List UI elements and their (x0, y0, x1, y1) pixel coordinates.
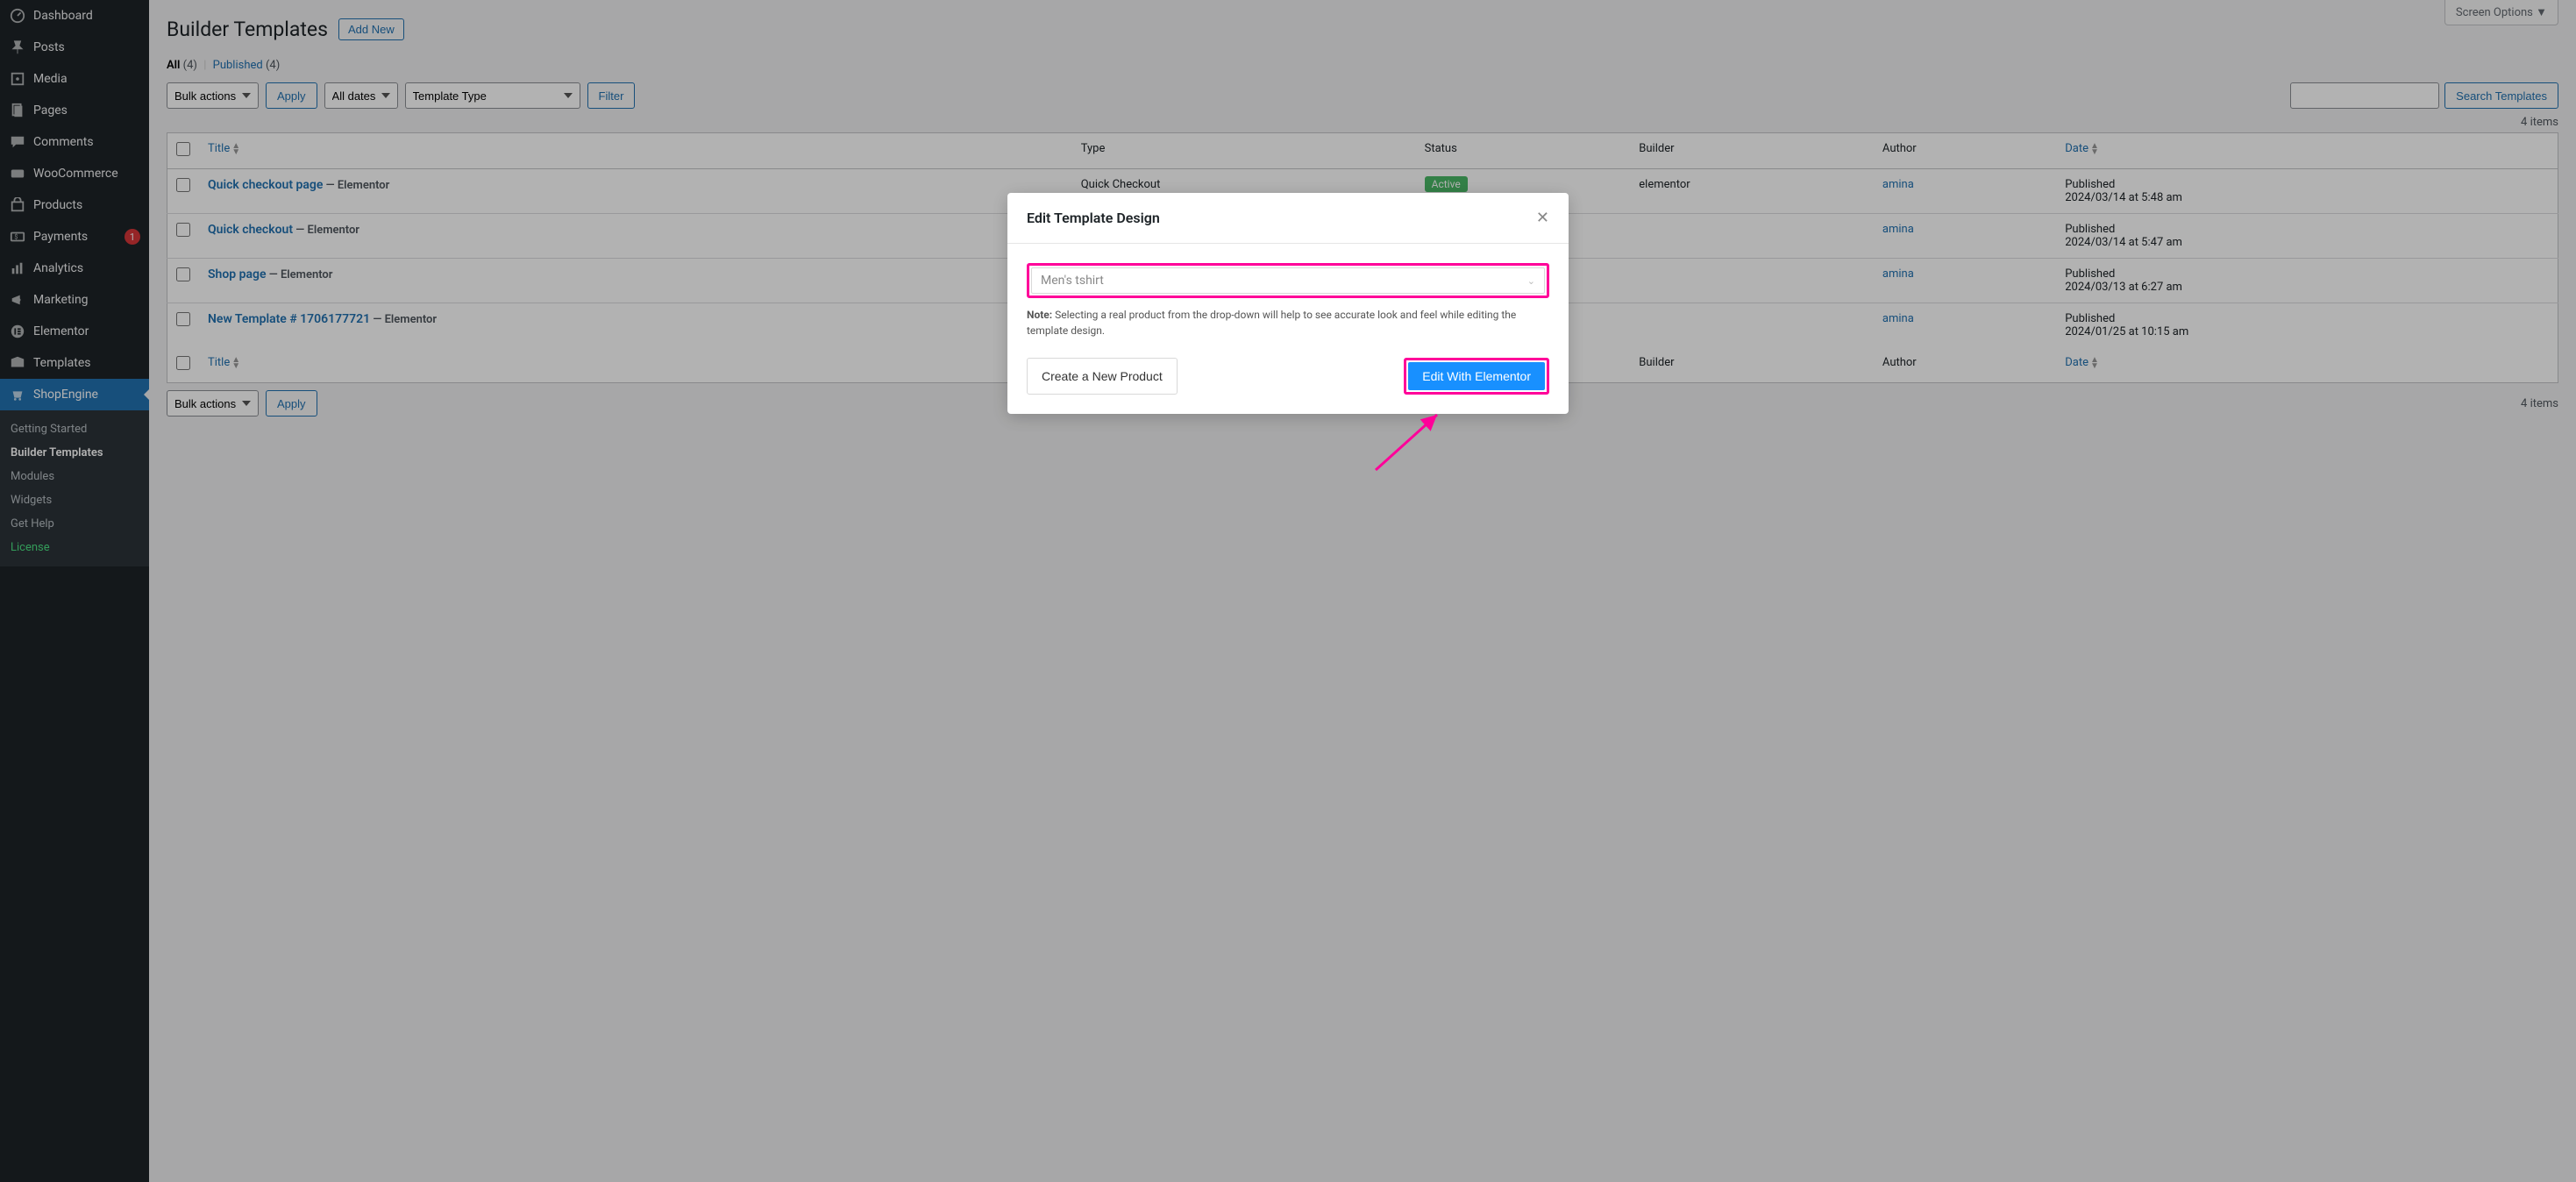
edit-template-modal: Edit Template Design ✕ Men's tshirt ⌄ No… (1007, 193, 1569, 414)
close-icon[interactable]: ✕ (1536, 209, 1549, 227)
product-select-highlight: Men's tshirt ⌄ (1027, 263, 1549, 298)
product-select-placeholder: Men's tshirt (1041, 274, 1104, 288)
create-new-product-button[interactable]: Create a New Product (1027, 358, 1178, 395)
edit-with-elementor-button[interactable]: Edit With Elementor (1408, 362, 1545, 390)
modal-title: Edit Template Design (1027, 210, 1160, 226)
annotation-arrow (1371, 404, 1459, 478)
edit-with-elementor-highlight: Edit With Elementor (1404, 358, 1549, 395)
modal-note: Note: Selecting a real product from the … (1027, 307, 1549, 338)
modal-overlay: Edit Template Design ✕ Men's tshirt ⌄ No… (0, 0, 2576, 1182)
chevron-down-icon: ⌄ (1527, 275, 1535, 287)
product-select[interactable]: Men's tshirt ⌄ (1031, 267, 1545, 294)
